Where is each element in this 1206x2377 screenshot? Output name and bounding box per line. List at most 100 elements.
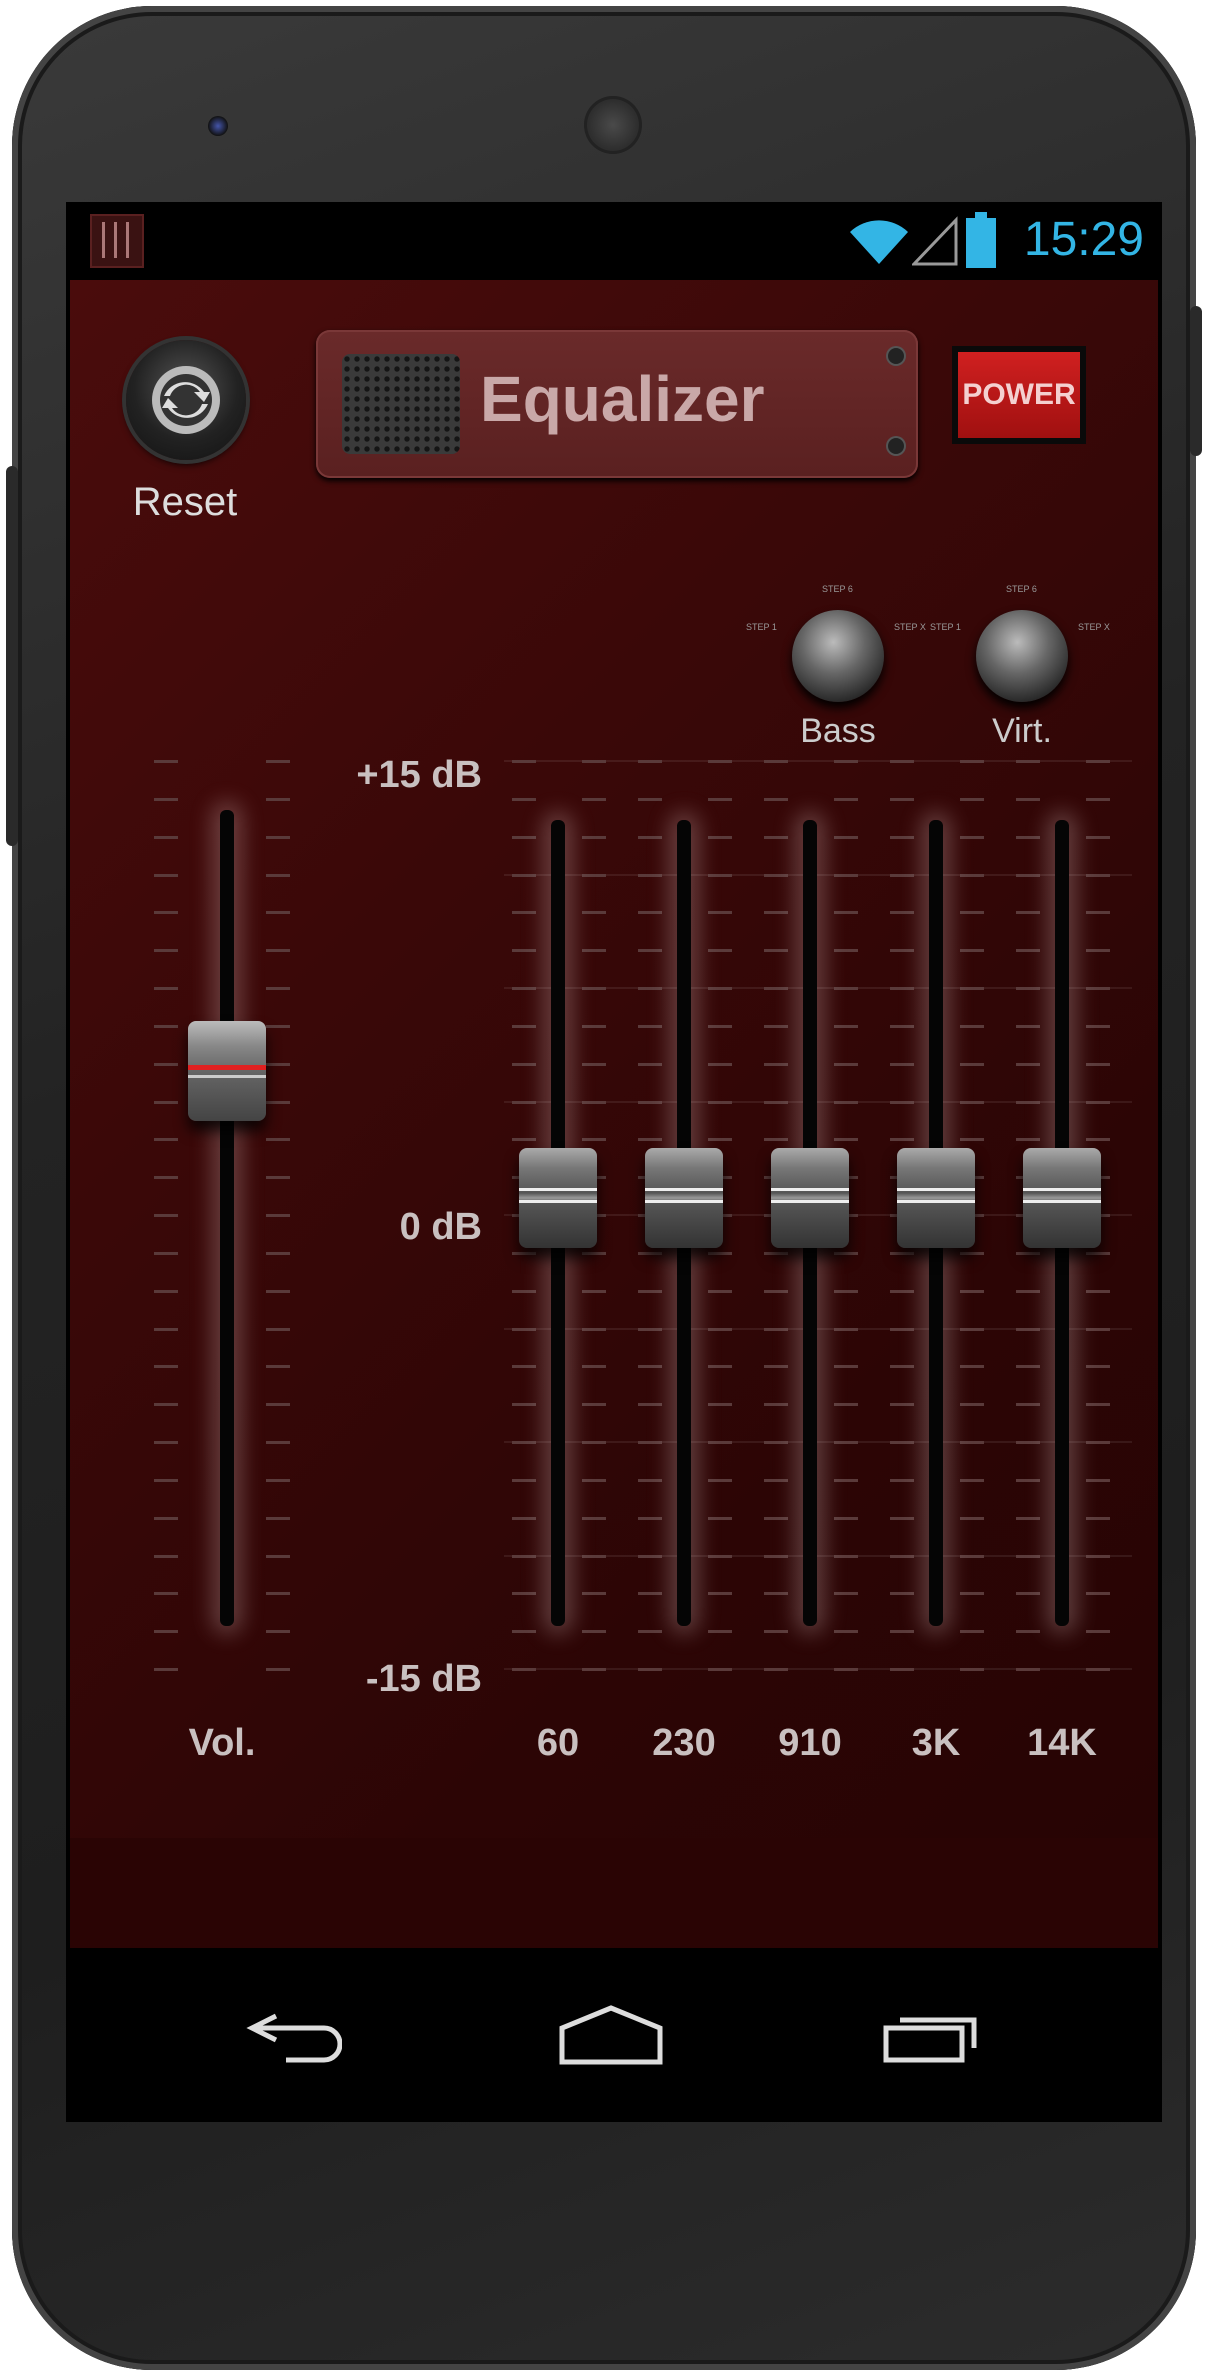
tick — [890, 1630, 914, 1634]
tick — [960, 1403, 984, 1407]
tick — [708, 797, 732, 801]
tick — [154, 1441, 178, 1444]
tick — [1086, 949, 1110, 953]
tick — [1016, 1630, 1040, 1634]
tick — [1016, 1403, 1040, 1407]
tick — [1086, 1024, 1110, 1028]
tick — [582, 1100, 606, 1104]
tick — [154, 1592, 178, 1596]
tick — [638, 797, 662, 801]
tick — [582, 835, 606, 839]
virtualizer-knob[interactable] — [976, 610, 1068, 702]
tick — [1086, 1289, 1110, 1293]
tick — [708, 1024, 732, 1028]
tick — [960, 1516, 984, 1520]
back-icon[interactable] — [246, 2008, 342, 2064]
recent-apps-icon[interactable] — [880, 2008, 980, 2064]
tick — [708, 1327, 732, 1331]
knob-step-label: STEP X — [894, 622, 926, 632]
tick — [1086, 1630, 1110, 1634]
tick — [764, 1630, 788, 1634]
tick — [764, 949, 788, 953]
tick — [266, 1062, 290, 1066]
tick — [582, 1592, 606, 1596]
tick — [638, 1592, 662, 1596]
tick — [512, 1251, 536, 1255]
scale-mid-label: 0 dB — [399, 1206, 482, 1248]
tick — [266, 797, 290, 801]
tick — [266, 835, 290, 839]
volume-track — [220, 810, 234, 1626]
virtualizer-label: Virt. — [992, 712, 1052, 750]
band-thumb[interactable] — [1023, 1148, 1101, 1248]
tick — [890, 1138, 914, 1142]
tick — [764, 797, 788, 801]
tick — [834, 1441, 858, 1444]
front-camera — [208, 116, 228, 136]
tick — [890, 760, 914, 763]
tick — [582, 949, 606, 953]
home-icon[interactable] — [556, 2004, 666, 2066]
power-button[interactable]: POWER — [952, 346, 1086, 444]
tick — [960, 911, 984, 915]
tick — [512, 1100, 536, 1104]
tick — [960, 1327, 984, 1331]
tick — [764, 1327, 788, 1331]
tick — [154, 911, 178, 915]
tick — [708, 1668, 732, 1671]
reset-icon — [152, 366, 220, 434]
volume-label: Vol. — [188, 1722, 256, 1764]
tick — [1086, 987, 1110, 990]
tick — [834, 1403, 858, 1407]
power-label: POWER — [958, 352, 1080, 438]
tick — [266, 1176, 290, 1180]
tick — [764, 1592, 788, 1596]
band-frequency-label: 230 — [652, 1722, 716, 1764]
bass-label: Bass — [800, 712, 876, 750]
tick — [960, 1138, 984, 1142]
tick — [1016, 1554, 1040, 1558]
tick — [834, 1289, 858, 1293]
tick — [638, 1668, 662, 1671]
tick — [266, 1214, 290, 1217]
tick — [638, 1138, 662, 1142]
bass-knob[interactable] — [792, 610, 884, 702]
volume-thumb[interactable] — [188, 1021, 266, 1122]
band-thumb[interactable] — [519, 1148, 597, 1248]
tick — [834, 1630, 858, 1634]
reset-button[interactable] — [126, 340, 246, 460]
tick — [582, 1630, 606, 1634]
tick — [1016, 1100, 1040, 1104]
band-frequency-label: 910 — [778, 1722, 842, 1764]
knob-step-label: STEP 6 — [1006, 584, 1037, 594]
tick — [1016, 1478, 1040, 1482]
tick — [154, 1327, 178, 1331]
tick — [764, 1403, 788, 1407]
band-thumb[interactable] — [771, 1148, 849, 1248]
tick — [512, 1478, 536, 1482]
tick — [1016, 1441, 1040, 1444]
tick — [266, 1327, 290, 1331]
tick — [266, 1630, 290, 1634]
tick — [154, 1176, 178, 1180]
earpiece-speaker — [584, 96, 642, 154]
tick — [154, 949, 178, 953]
tick — [890, 1365, 914, 1369]
band-frequency-label: 60 — [536, 1722, 580, 1764]
tick — [266, 911, 290, 915]
tick — [266, 1668, 290, 1671]
tick — [834, 1138, 858, 1142]
tick — [834, 1668, 858, 1671]
tick — [834, 1516, 858, 1520]
band-thumb[interactable] — [897, 1148, 975, 1248]
tick — [582, 1327, 606, 1331]
tick — [1016, 1365, 1040, 1369]
knob-step-label: STEP 1 — [746, 622, 777, 632]
tick — [154, 1668, 178, 1671]
tick — [960, 760, 984, 763]
tick — [266, 1024, 290, 1028]
tick — [764, 760, 788, 763]
band-thumb[interactable] — [645, 1148, 723, 1248]
tick — [1016, 1592, 1040, 1596]
tick — [834, 1062, 858, 1066]
